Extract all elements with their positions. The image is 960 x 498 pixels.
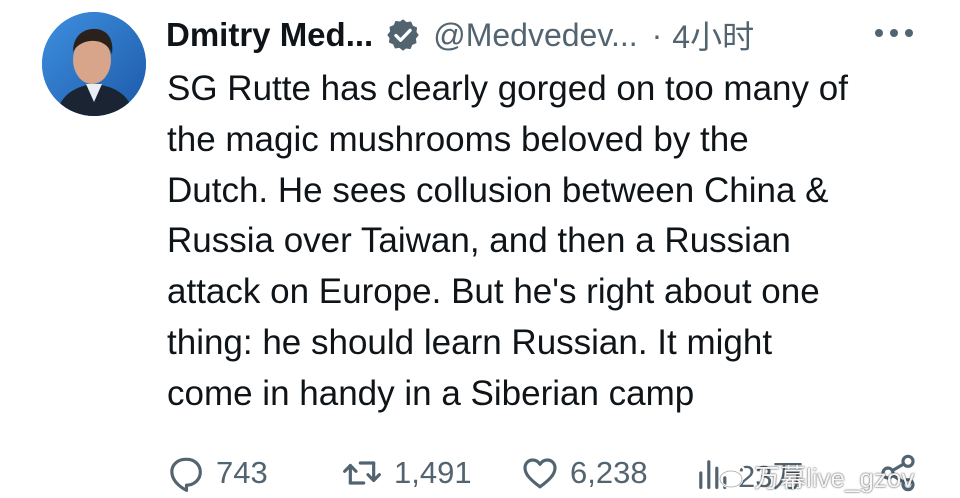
repost-count: 1,491 — [394, 455, 472, 490]
avatar-image — [42, 12, 146, 116]
separator-dot: · — [651, 16, 663, 53]
repost-button[interactable]: 1,491 — [340, 448, 472, 498]
like-button[interactable]: 6,238 — [520, 448, 648, 498]
reply-icon — [170, 457, 202, 492]
repost-icon — [343, 461, 381, 485]
reply-button[interactable]: 743 — [166, 448, 268, 498]
tweet-line: come in handy in a Siberian camp — [167, 373, 695, 413]
like-count: 6,238 — [570, 455, 648, 490]
tweet-header: Dmitry Med... @Medvedev... · 4小时 — [166, 10, 754, 60]
tweet-line: attack on Europe. But he's right about o… — [167, 272, 820, 312]
tweet-line: Russia over Taiwan, and then a Russian — [167, 221, 791, 261]
verified-icon — [387, 19, 419, 51]
author-handle[interactable]: @Medvedev... — [433, 17, 637, 54]
more-icon[interactable] — [872, 20, 916, 46]
tweet-line: SG Rutte has clearly gorged on too many … — [167, 69, 848, 108]
avatar[interactable] — [42, 12, 146, 116]
watermark-text: 万幕live_gzov — [754, 462, 915, 493]
tweet-line: Dutch. He sees collusion between China & — [167, 170, 829, 210]
like-icon — [523, 458, 557, 489]
tweet-line: thing: he should learn Russian. It might — [167, 322, 773, 362]
weibo-logo-icon — [718, 464, 747, 489]
timestamp[interactable]: 4小时 — [672, 12, 754, 58]
tweet-line: the magic mushrooms beloved by the — [167, 119, 749, 159]
reply-count: 743 — [216, 455, 268, 490]
tweet-text: SG Rutte has clearly gorged on too many … — [167, 64, 947, 420]
author-name[interactable]: Dmitry Med... — [166, 16, 373, 54]
watermark: 万幕live_gzov — [718, 456, 914, 496]
